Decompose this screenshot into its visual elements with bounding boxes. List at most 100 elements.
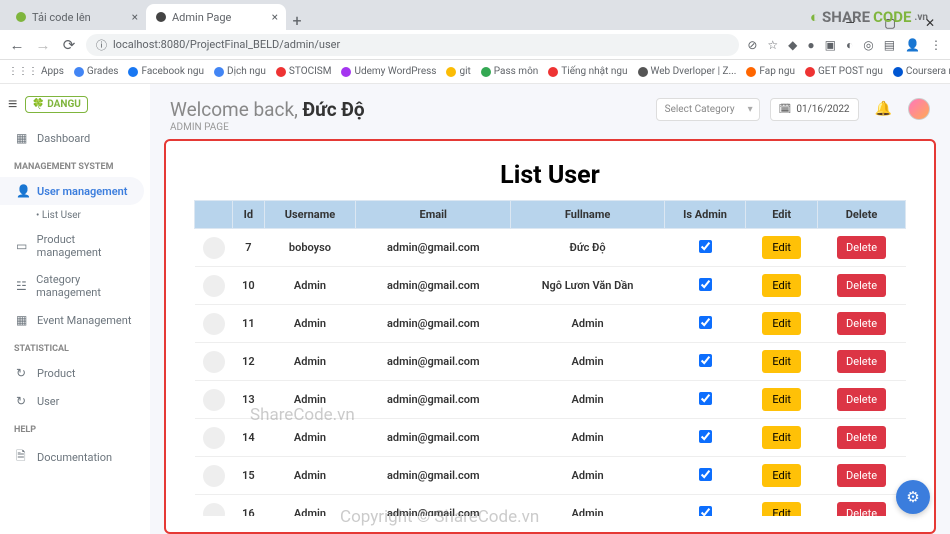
isadmin-checkbox[interactable] — [699, 392, 712, 405]
menu-icon[interactable]: ⋮ — [930, 38, 942, 52]
refresh-icon: ↻ — [16, 366, 29, 380]
settings-fab[interactable]: ⚙ — [896, 480, 930, 514]
cell-isadmin — [664, 343, 745, 381]
bookmark[interactable]: git — [446, 66, 470, 77]
isadmin-checkbox[interactable] — [699, 506, 712, 517]
new-tab-button[interactable]: + — [286, 11, 308, 30]
delete-button[interactable]: Delete — [837, 312, 886, 335]
address-bar[interactable]: ⓘ localhost:8080/ProjectFinal_BELD/admin… — [86, 34, 739, 56]
sidebar-item-product-stats[interactable]: ↻Product — [0, 359, 150, 387]
bookmark[interactable]: Grades — [74, 66, 119, 77]
bookmark[interactable]: Fap ngu — [746, 66, 795, 77]
edit-button[interactable]: Edit — [762, 236, 801, 259]
forward-button[interactable]: → — [34, 36, 52, 54]
isadmin-checkbox[interactable] — [699, 316, 712, 329]
sidebar-item-category-management[interactable]: ☳Category management — [0, 266, 150, 306]
sidebar-item-documentation[interactable]: 🗎Documentation — [0, 440, 150, 475]
cell-email: admin@gmail.com — [356, 419, 511, 457]
apps-button[interactable]: ⋮⋮⋮ Apps — [8, 66, 64, 77]
cell-email: admin@gmail.com — [356, 343, 511, 381]
extension-icon[interactable]: ▤ — [884, 38, 895, 52]
extension-icon[interactable]: ◎ — [863, 38, 873, 52]
profile-icon[interactable]: 👤 — [905, 38, 920, 52]
delete-button[interactable]: Delete — [837, 236, 886, 259]
cell-email: admin@gmail.com — [356, 381, 511, 419]
cell-id: 13 — [233, 381, 265, 419]
isadmin-checkbox[interactable] — [699, 354, 712, 367]
list-icon: ☳ — [16, 279, 28, 293]
user-avatar[interactable] — [908, 98, 930, 120]
reload-button[interactable]: ⟳ — [60, 36, 78, 54]
table-row: 16Adminadmin@gmail.comAdminEditDelete — [195, 495, 906, 517]
cell-email: admin@gmail.com — [356, 267, 511, 305]
extension-icon[interactable]: ▣ — [825, 38, 836, 52]
edit-button[interactable]: Edit — [762, 388, 801, 411]
cell-username: Admin — [264, 381, 356, 419]
extension-icon[interactable]: ◐ — [846, 38, 853, 52]
delete-button[interactable]: Delete — [837, 350, 886, 373]
date-picker[interactable]: 🗓01/16/2022 — [770, 98, 859, 121]
isadmin-checkbox[interactable] — [699, 468, 712, 481]
edit-button[interactable]: Edit — [762, 464, 801, 487]
info-icon: ⓘ — [96, 37, 107, 53]
bookmark[interactable]: Coursera ngu — [893, 66, 950, 77]
isadmin-checkbox[interactable] — [699, 240, 712, 253]
bookmark[interactable]: Dịch ngu — [214, 66, 266, 77]
back-button[interactable]: ← — [8, 36, 26, 54]
sidebar-subitem-list-user[interactable]: • List User — [0, 205, 150, 226]
isadmin-checkbox[interactable] — [699, 430, 712, 443]
delete-button[interactable]: Delete — [837, 464, 886, 487]
sidebar-item-user-management[interactable]: 👤User management — [0, 177, 144, 205]
bookmark[interactable]: Web Dverloper | Z... — [638, 66, 737, 77]
extension-icon[interactable]: ◆ — [788, 38, 797, 52]
minimize-button[interactable]: — — [830, 16, 870, 30]
cell-id: 14 — [233, 419, 265, 457]
sidebar-item-product-management[interactable]: ▭Product management — [0, 226, 150, 266]
row-avatar — [203, 275, 225, 297]
url-text: localhost:8080/ProjectFinal_BELD/admin/u… — [113, 38, 340, 51]
isadmin-checkbox[interactable] — [699, 278, 712, 291]
bookmark[interactable]: GET POST ngu — [805, 66, 883, 77]
toolbar-icon[interactable]: ⊘ — [747, 38, 757, 52]
edit-button[interactable]: Edit — [762, 502, 801, 516]
delete-button[interactable]: Delete — [837, 502, 886, 516]
close-window-button[interactable]: ✕ — [910, 16, 950, 30]
bookmark[interactable]: STOCISM — [276, 66, 332, 77]
bookmark[interactable]: Facebook ngu — [128, 66, 204, 77]
delete-button[interactable]: Delete — [837, 274, 886, 297]
close-tab-icon[interactable]: × — [132, 10, 138, 24]
maximize-button[interactable]: ▢ — [870, 16, 910, 30]
toolbar-icon[interactable]: ☆ — [767, 38, 778, 52]
brand-logo[interactable]: 🍀 DANGU — [25, 96, 88, 113]
cell-id: 12 — [233, 343, 265, 381]
notifications-icon[interactable]: 🔔 — [875, 101, 892, 117]
table-row: 10Adminadmin@gmail.comNgô Lươn Văn DầnEd… — [195, 267, 906, 305]
edit-button[interactable]: Edit — [762, 274, 801, 297]
delete-button[interactable]: Delete — [837, 388, 886, 411]
cell-isadmin — [664, 267, 745, 305]
cell-isadmin — [664, 229, 745, 267]
col-username: Username — [264, 201, 356, 229]
category-select[interactable]: Select Category — [656, 98, 760, 121]
cell-fullname: Admin — [511, 419, 665, 457]
bookmark[interactable]: Tiếng nhật ngu — [548, 66, 627, 77]
edit-button[interactable]: Edit — [762, 426, 801, 449]
browser-tab[interactable]: Tải code lên × — [6, 4, 146, 30]
cell-username: Admin — [264, 343, 356, 381]
calendar-icon: ▦ — [16, 313, 29, 327]
bookmark[interactable]: Udemy WordPress — [341, 66, 436, 77]
close-tab-icon[interactable]: × — [272, 10, 278, 24]
cell-username: Admin — [264, 419, 356, 457]
cell-id: 10 — [233, 267, 265, 305]
delete-button[interactable]: Delete — [837, 426, 886, 449]
extension-icon[interactable]: ● — [807, 38, 814, 52]
browser-tab-active[interactable]: Admin Page × — [146, 4, 286, 30]
sidebar-item-dashboard[interactable]: ▦Dashboard — [0, 124, 150, 152]
edit-button[interactable]: Edit — [762, 312, 801, 335]
bookmark[interactable]: Pass môn — [481, 66, 539, 77]
sidebar-item-user-stats[interactable]: ↻User — [0, 387, 150, 415]
sidebar-item-event-management[interactable]: ▦Event Management — [0, 306, 150, 334]
hamburger-icon[interactable]: ≡ — [8, 94, 17, 114]
cell-isadmin — [664, 381, 745, 419]
edit-button[interactable]: Edit — [762, 350, 801, 373]
